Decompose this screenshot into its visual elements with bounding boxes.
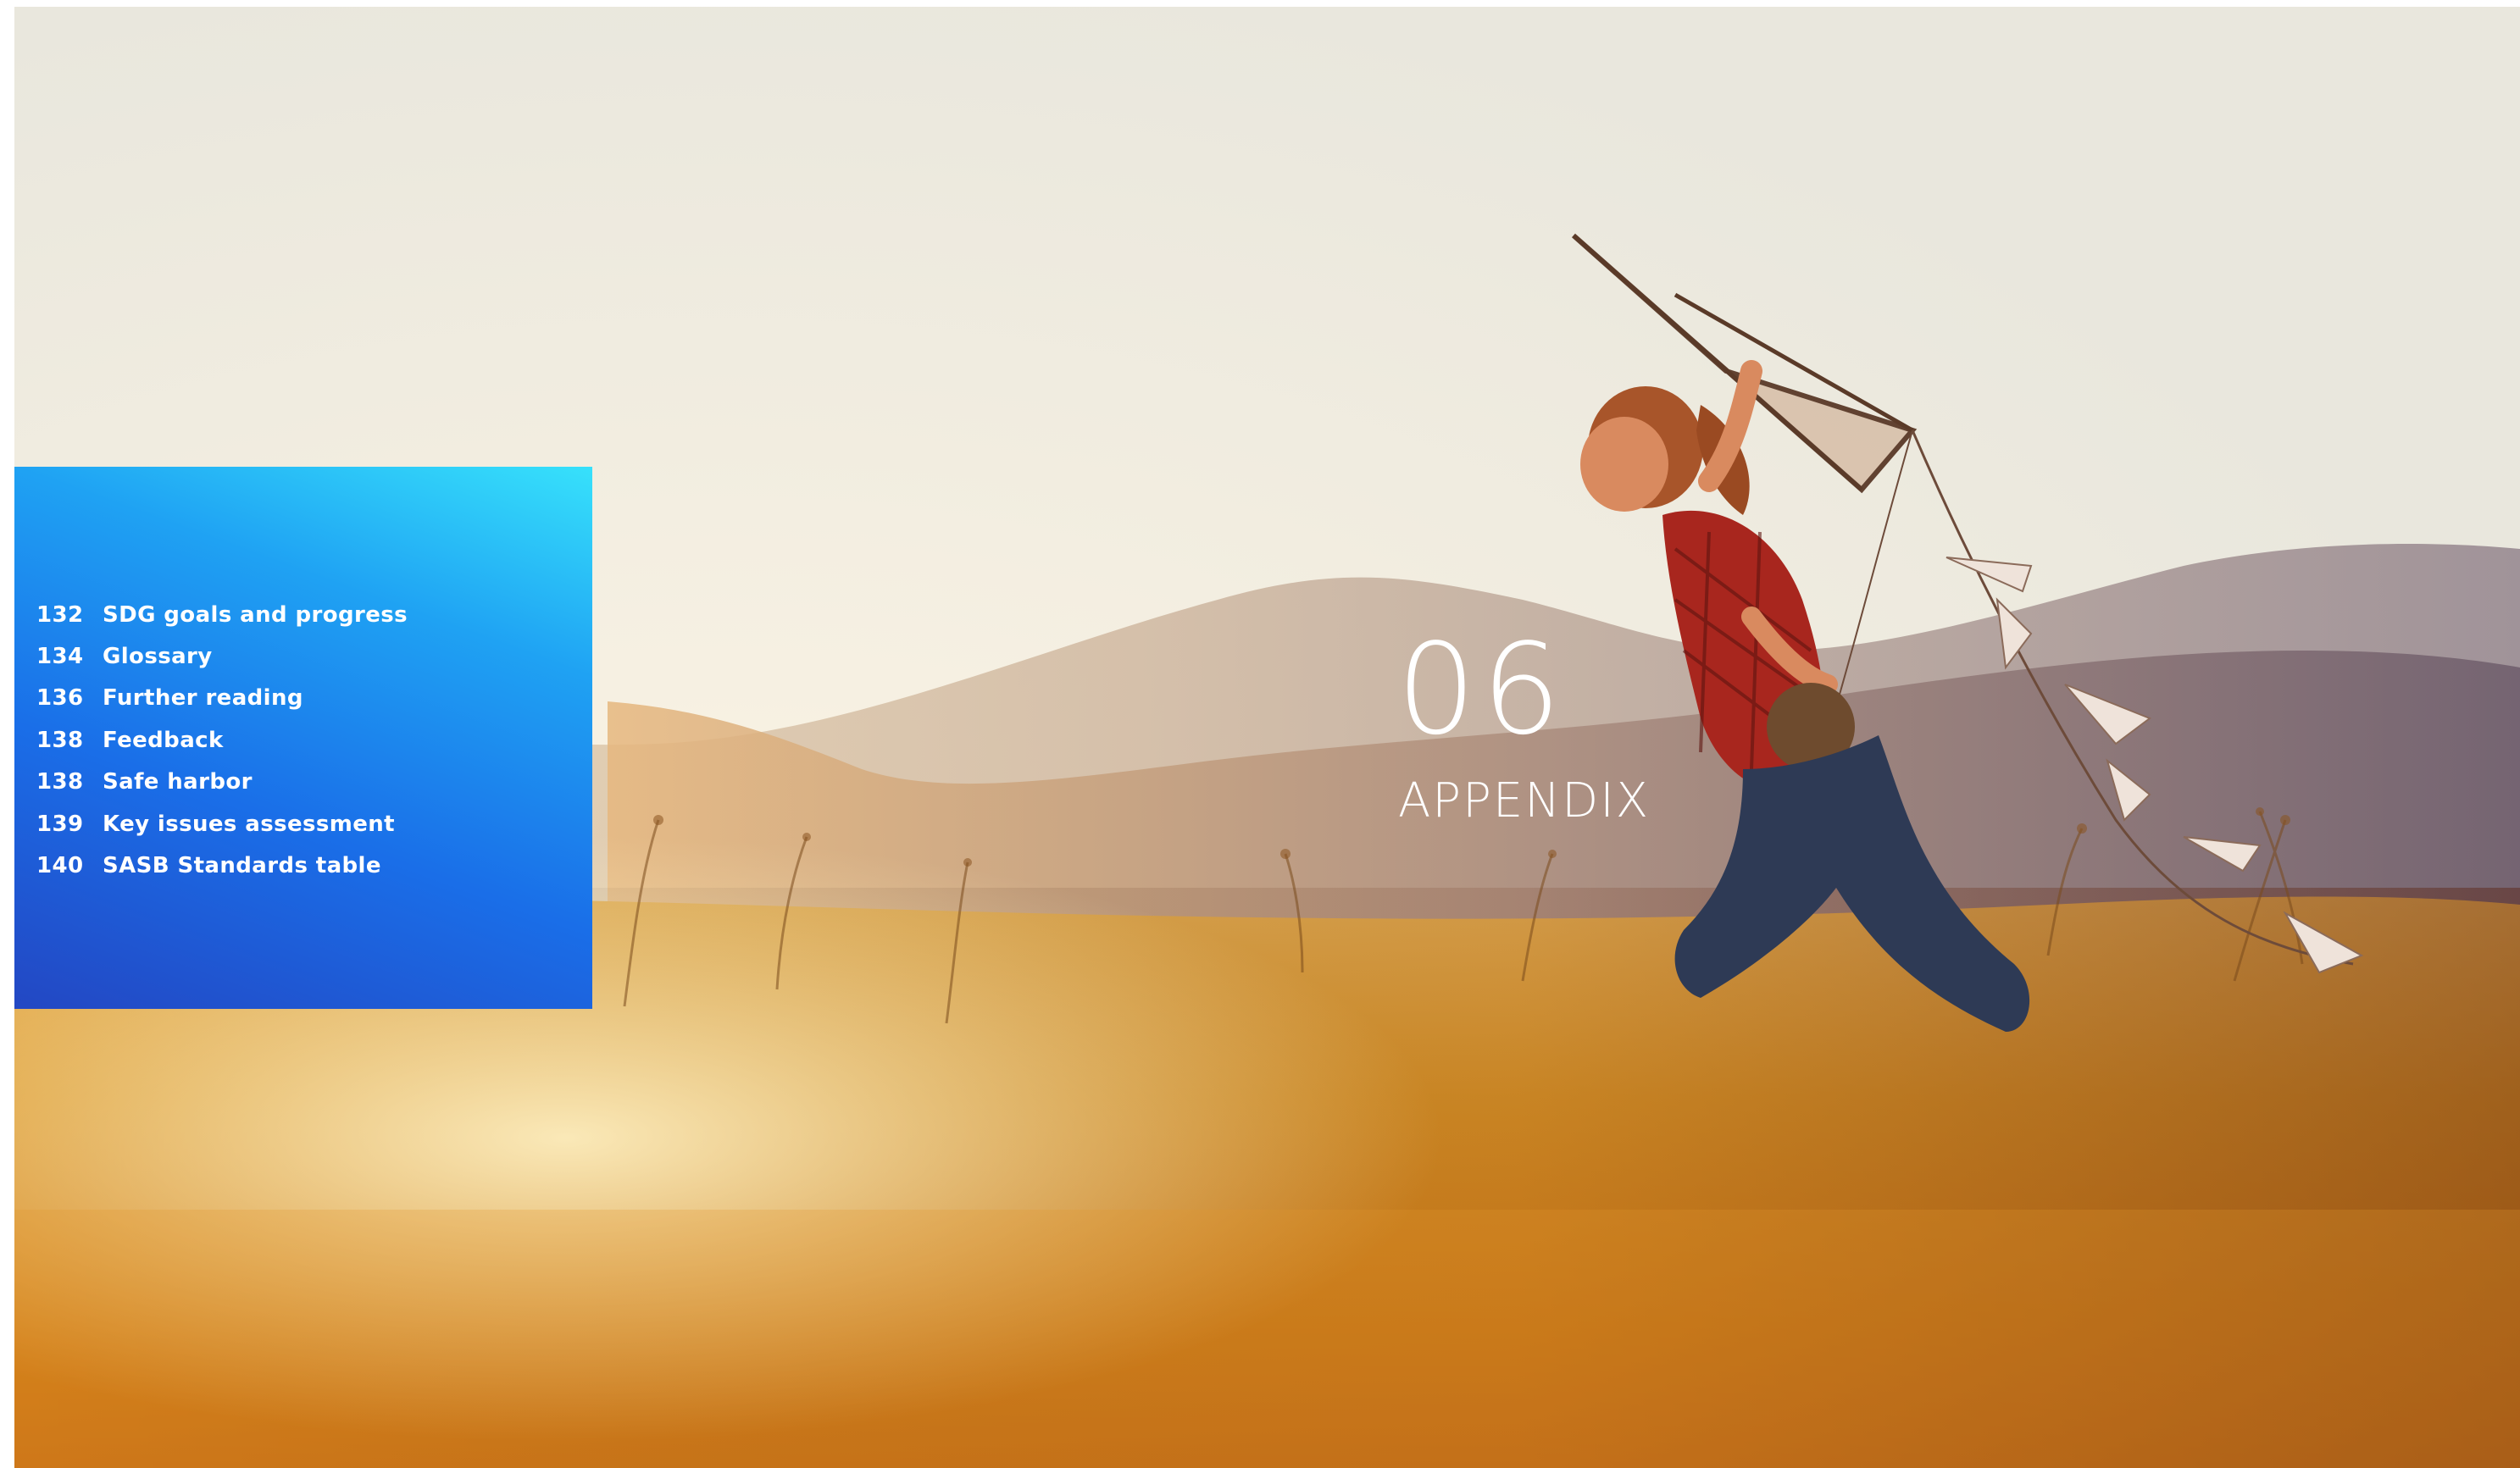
toc-page-number: 138 (36, 769, 84, 795)
toc-label: Key issues assessment (103, 811, 396, 837)
toc-item-feedback[interactable]: 138 Feedback (36, 719, 408, 761)
toc-item-key-issues[interactable]: 139 Key issues assessment (36, 803, 408, 845)
toc-label: Feedback (103, 727, 224, 753)
toc-label: Glossary (103, 644, 213, 670)
toc-item-sasb-table[interactable]: 140 SASB Standards table (36, 845, 408, 886)
toc-label: Safe harbor (103, 769, 253, 795)
toc-page-number: 139 (36, 811, 84, 837)
table-of-contents-panel: 132 SDG goals and progress 134 Glossary … (14, 467, 592, 1009)
chapter-number: 06 (1396, 617, 1567, 762)
toc-page-number: 136 (36, 685, 84, 712)
toc-item-glossary[interactable]: 134 Glossary (36, 635, 408, 677)
toc-item-safe-harbor[interactable]: 138 Safe harbor (36, 762, 408, 803)
toc-page-number: 140 (36, 853, 84, 879)
toc-label: SASB Standards table (103, 853, 381, 879)
toc-item-further-reading[interactable]: 136 Further reading (36, 678, 408, 719)
toc-page-number: 138 (36, 727, 84, 753)
toc-page-number: 132 (36, 601, 84, 628)
toc-label: Further reading (103, 685, 303, 712)
toc-page-number: 134 (36, 644, 84, 670)
toc-label: SDG goals and progress (103, 601, 408, 628)
toc-list: 132 SDG goals and progress 134 Glossary … (36, 594, 408, 887)
toc-item-sdg-goals[interactable]: 132 SDG goals and progress (36, 594, 408, 635)
chapter-title: APPENDIX (1398, 773, 1651, 828)
